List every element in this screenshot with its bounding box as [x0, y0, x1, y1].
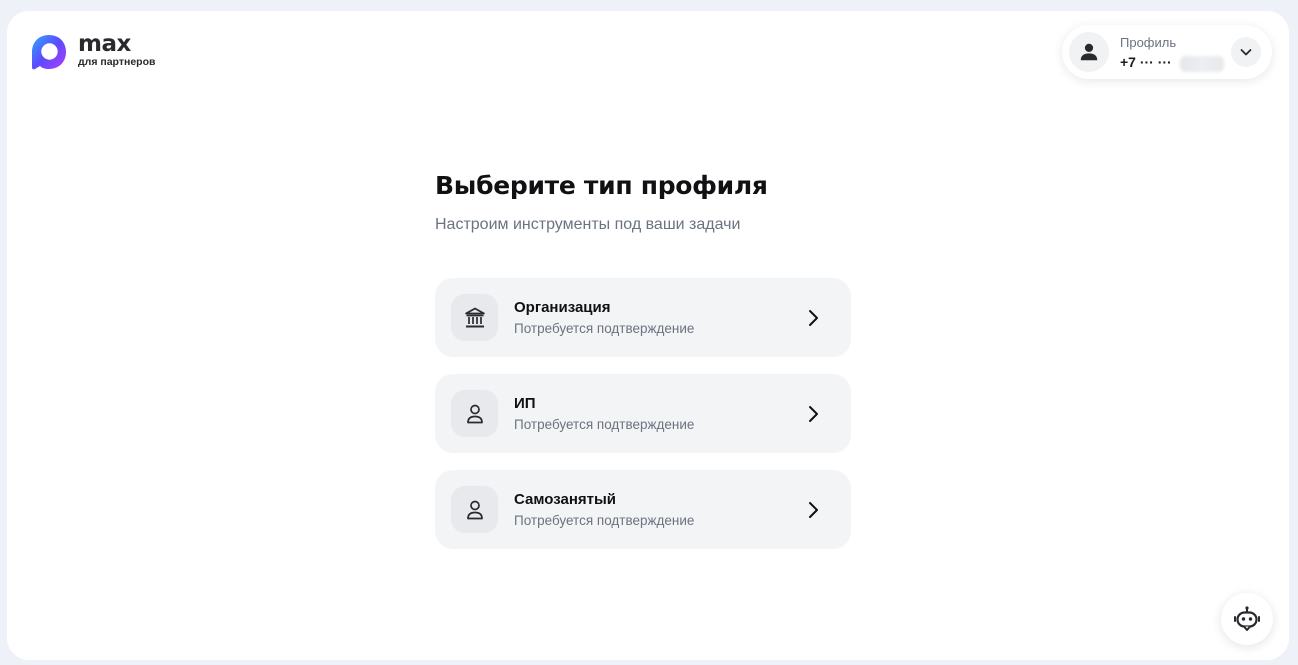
person-icon: [466, 404, 483, 423]
chevron-right-icon: [809, 406, 818, 422]
page-title: Выберите тип профиля: [435, 171, 768, 200]
assistant-bot-button[interactable]: [1221, 593, 1273, 645]
option-subtitle: Потребуется подтверждение: [514, 417, 695, 432]
person-icon: [466, 500, 483, 519]
option-self-employed[interactable]: Самозанятый Потребуется подтверждение: [435, 470, 851, 549]
brand-name: max: [78, 30, 131, 57]
profile-label: Профиль: [1120, 35, 1177, 50]
option-ip[interactable]: ИП Потребуется подтверждение: [435, 374, 851, 453]
user-icon: [1080, 43, 1098, 61]
chevron-right-icon: [809, 502, 818, 518]
profile-avatar: [1069, 32, 1109, 72]
profile-dropdown-button[interactable]: [1231, 37, 1261, 67]
max-logo-icon: [32, 35, 66, 70]
option-title: Организация: [514, 299, 611, 316]
page-subtitle: Настроим инструменты под ваши задачи: [435, 216, 741, 233]
profile-phone: +7 ··· ···: [1120, 54, 1172, 70]
bot-icon: [1234, 606, 1260, 631]
phone-hidden-digits: [1180, 56, 1224, 72]
brand-tagline: для партнеров: [78, 55, 156, 68]
option-icon-box: [451, 294, 498, 341]
brand-logo[interactable]: max для партнеров: [30, 30, 156, 71]
option-organization[interactable]: Организация Потребуется подтверждение: [435, 278, 851, 357]
page-container: max для партнеров Профиль +7 ··· ··· Выб…: [7, 11, 1289, 660]
profile-menu[interactable]: Профиль +7 ··· ···: [1062, 25, 1272, 79]
bank-building-icon: [464, 307, 485, 327]
option-title: ИП: [514, 395, 536, 412]
chevron-right-icon: [809, 310, 818, 326]
option-icon-box: [451, 486, 498, 533]
option-subtitle: Потребуется подтверждение: [514, 513, 695, 528]
option-icon-box: [451, 390, 498, 437]
option-title: Самозанятый: [514, 491, 617, 508]
option-subtitle: Потребуется подтверждение: [514, 321, 695, 336]
chevron-down-icon: [1240, 49, 1252, 56]
